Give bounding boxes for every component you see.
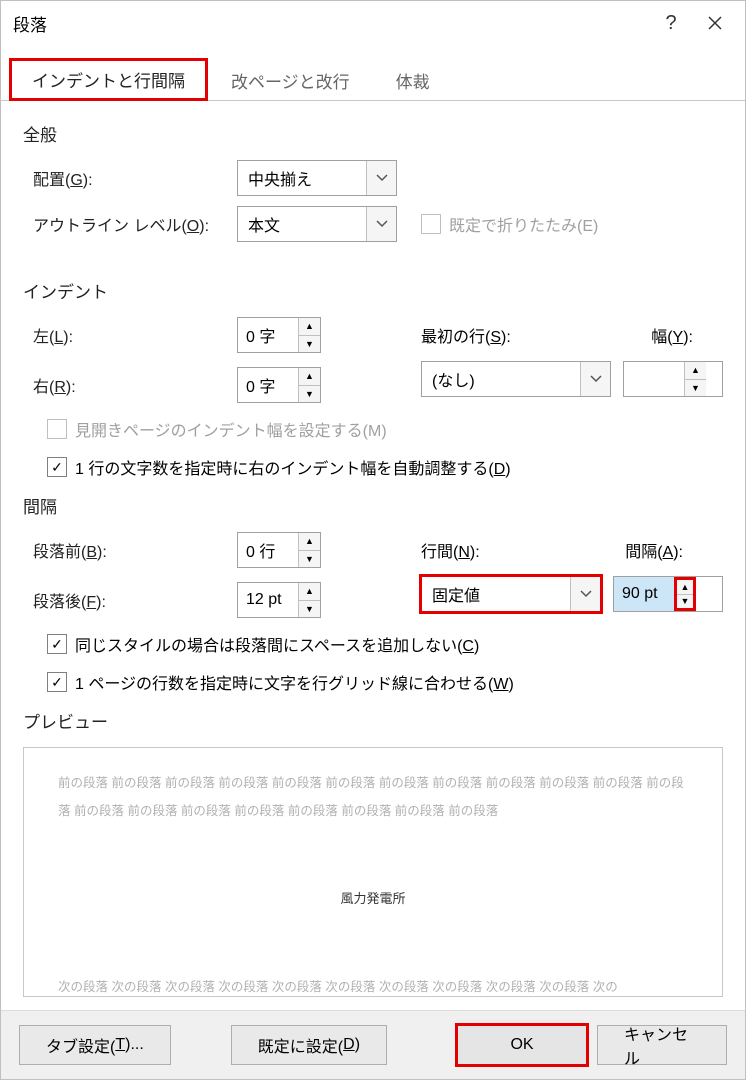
spin-down-icon[interactable]: ▼ xyxy=(685,379,706,397)
indent-width-spin[interactable]: ▲▼ xyxy=(623,361,723,397)
line-spacing-label: 行間(N): xyxy=(421,538,480,562)
chevron-down-icon xyxy=(580,362,610,396)
at-spin[interactable]: ▲▼ xyxy=(613,576,723,612)
chevron-down-icon xyxy=(366,207,396,241)
space-before-spin[interactable]: ▲▼ xyxy=(237,532,321,568)
at-input[interactable] xyxy=(614,577,674,611)
section-general: 全般 xyxy=(23,121,723,146)
at-label: 間隔(A): xyxy=(625,538,683,562)
align-label: 配置(G): xyxy=(33,166,223,190)
dialog-footer: タブ設定(T)... 既定に設定(D) OK キャンセル xyxy=(1,1010,745,1079)
spin-down-icon[interactable]: ▼ xyxy=(299,550,320,568)
tab-page-breaks[interactable]: 改ページと改行 xyxy=(208,59,373,101)
tabs-button[interactable]: タブ設定(T)... xyxy=(19,1025,171,1065)
preview-next: 次の段落 次の段落 次の段落 次の段落 次の段落 次の段落 次の段落 次の段落 … xyxy=(58,974,688,1002)
indent-right-input[interactable] xyxy=(238,368,298,402)
space-after-input[interactable] xyxy=(238,583,298,617)
help-button[interactable]: ? xyxy=(649,1,693,45)
line-spacing-combo[interactable]: 固定値 xyxy=(421,576,601,612)
chevron-down-icon xyxy=(570,577,600,611)
space-before-label: 段落前(B): xyxy=(33,538,223,562)
grid-checkbox[interactable] xyxy=(47,672,67,692)
indent-right-label: 右(R): xyxy=(33,373,223,397)
spin-down-icon[interactable]: ▼ xyxy=(299,335,320,353)
section-indent: インデント xyxy=(23,278,723,303)
grid-label: 1 ページの行数を指定時に文字を行グリッド線に合わせる(W) xyxy=(75,670,514,694)
spin-down-icon[interactable]: ▼ xyxy=(299,385,320,403)
spin-up-icon[interactable]: ▲ xyxy=(677,580,693,594)
outline-combo[interactable]: 本文 xyxy=(237,206,397,242)
space-after-label: 段落後(F): xyxy=(33,588,223,612)
auto-indent-checkbox[interactable] xyxy=(47,457,67,477)
cancel-button[interactable]: キャンセル xyxy=(597,1025,727,1065)
preview-prev: 前の段落 前の段落 前の段落 前の段落 前の段落 前の段落 前の段落 前の段落 … xyxy=(58,770,688,825)
close-icon xyxy=(707,15,723,31)
space-after-spin[interactable]: ▲▼ xyxy=(237,582,321,618)
spin-down-icon[interactable]: ▼ xyxy=(677,594,693,609)
preview-box: 前の段落 前の段落 前の段落 前の段落 前の段落 前の段落 前の段落 前の段落 … xyxy=(23,747,723,997)
close-button[interactable] xyxy=(693,1,737,45)
outline-label: アウトライン レベル(O): xyxy=(33,212,223,236)
spin-up-icon[interactable]: ▲ xyxy=(299,583,320,600)
spin-up-icon[interactable]: ▲ xyxy=(685,362,706,379)
section-preview: プレビュー xyxy=(23,708,723,733)
auto-indent-label: 1 行の文字数を指定時に右のインデント幅を自動調整する(D) xyxy=(75,455,511,479)
indent-right-spin[interactable]: ▲▼ xyxy=(237,367,321,403)
indent-width-label: 幅(Y): xyxy=(651,323,693,347)
dialog-title: 段落 xyxy=(9,11,649,36)
align-combo[interactable]: 中央揃え xyxy=(237,160,397,196)
indent-left-label: 左(L): xyxy=(33,323,223,347)
spin-up-icon[interactable]: ▲ xyxy=(299,368,320,385)
nospace-checkbox[interactable] xyxy=(47,634,67,654)
paragraph-dialog: 段落 ? インデントと行間隔 改ページと改行 体裁 全般 配置(G): 中央揃え… xyxy=(0,0,746,1080)
mirror-indent-checkbox xyxy=(47,419,67,439)
tab-style[interactable]: 体裁 xyxy=(373,59,453,101)
first-line-combo[interactable]: (なし) xyxy=(421,361,611,397)
mirror-indent-label: 見開きページのインデント幅を設定する(M) xyxy=(75,417,387,441)
tab-strip: インデントと行間隔 改ページと改行 体裁 xyxy=(1,45,745,101)
collapse-checkbox xyxy=(421,214,441,234)
spin-up-icon[interactable]: ▲ xyxy=(299,533,320,550)
collapse-label: 既定で折りたたみ(E) xyxy=(449,212,598,236)
preview-sample: 風力発電所 xyxy=(58,885,688,914)
section-spacing: 間隔 xyxy=(23,493,723,518)
first-line-label: 最初の行(S): xyxy=(421,323,511,347)
indent-width-input[interactable] xyxy=(624,362,684,396)
dialog-body: 全般 配置(G): 中央揃え アウトライン レベル(O): 本文 既定で折りたた… xyxy=(1,101,745,1010)
chevron-down-icon xyxy=(366,161,396,195)
space-before-input[interactable] xyxy=(238,533,298,567)
titlebar: 段落 ? xyxy=(1,1,745,45)
set-default-button[interactable]: 既定に設定(D) xyxy=(231,1025,387,1065)
spin-up-icon[interactable]: ▲ xyxy=(299,318,320,335)
indent-left-input[interactable] xyxy=(238,318,298,352)
indent-left-spin[interactable]: ▲▼ xyxy=(237,317,321,353)
nospace-label: 同じスタイルの場合は段落間にスペースを追加しない(C) xyxy=(75,632,479,656)
spin-down-icon[interactable]: ▼ xyxy=(299,600,320,618)
tab-indent-spacing[interactable]: インデントと行間隔 xyxy=(9,58,208,101)
ok-button[interactable]: OK xyxy=(457,1025,587,1065)
